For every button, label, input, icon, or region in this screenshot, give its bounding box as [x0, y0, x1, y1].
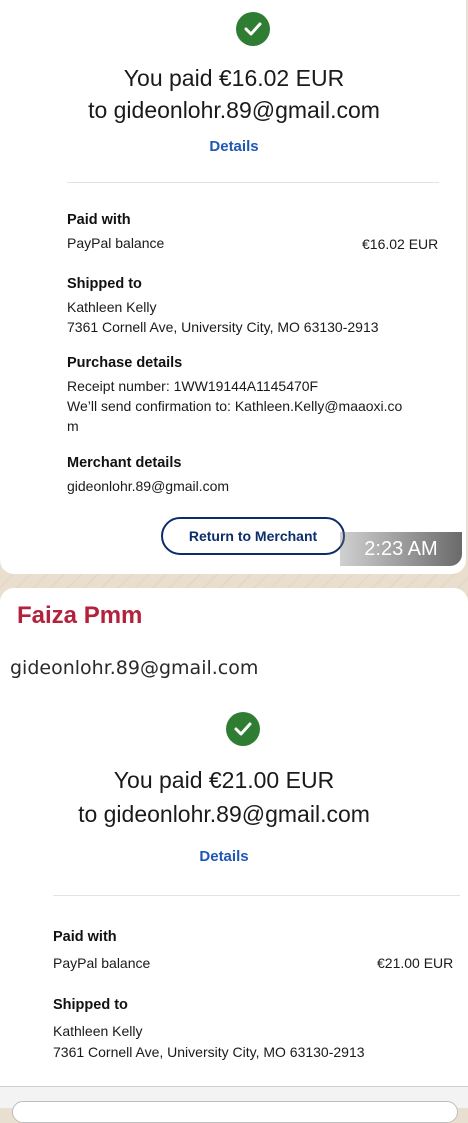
payment-amount: €21.00 EUR	[377, 955, 454, 971]
check-circle-icon	[236, 12, 270, 46]
payment-method: PayPal balance	[53, 955, 151, 971]
ship-name: Kathleen Kelly	[53, 1023, 143, 1039]
merchant-details-label: Merchant details	[67, 455, 182, 471]
sender-name[interactable]: Faiza Pmm	[17, 602, 142, 630]
details-link[interactable]: Details	[0, 138, 468, 155]
message-input-field[interactable]	[12, 1101, 458, 1123]
payment-headline-amount: You paid €16.02 EUR	[123, 65, 345, 91]
payment-headline-amount: You paid €21.00 EUR	[113, 767, 335, 793]
merchant-email: gideonlohr.89@gmail.com	[67, 478, 230, 494]
shipped-to-label: Shipped to	[67, 276, 142, 292]
divider	[67, 182, 439, 183]
details-link[interactable]: Details	[0, 848, 458, 865]
paid-with-label: Paid with	[53, 929, 117, 945]
message-timestamp: 2:23 AM	[340, 532, 462, 566]
ship-address: 7361 Cornell Ave, University City, MO 63…	[67, 319, 379, 335]
payment-amount: €16.02 EUR	[362, 236, 439, 252]
receipt-number: Receipt number: 1WW19144A1145470F	[67, 378, 319, 394]
paid-with-label: Paid with	[67, 212, 131, 228]
ship-address: 7361 Cornell Ave, University City, MO 63…	[53, 1044, 365, 1060]
message-caption: gideonlohr.89@gmail.com	[10, 657, 259, 679]
shipped-to-label: Shipped to	[53, 997, 128, 1013]
divider	[53, 895, 460, 896]
purchase-details-label: Purchase details	[67, 355, 183, 371]
payment-headline-recipient: to gideonlohr.89@gmail.com	[78, 801, 370, 827]
payment-headline-recipient: to gideonlohr.89@gmail.com	[88, 97, 380, 123]
confirmation-email-wrap: m	[67, 418, 79, 434]
check-circle-icon	[226, 712, 260, 746]
return-to-merchant-button[interactable]: Return to Merchant	[161, 517, 345, 555]
ship-name: Kathleen Kelly	[67, 299, 157, 315]
confirmation-email: We’ll send confirmation to: Kathleen.Kel…	[67, 398, 403, 414]
payment-method: PayPal balance	[67, 235, 165, 251]
payment-receipt-message-1[interactable]: You paid €16.02 EUR to gideonlohr.89@gma…	[0, 0, 466, 574]
